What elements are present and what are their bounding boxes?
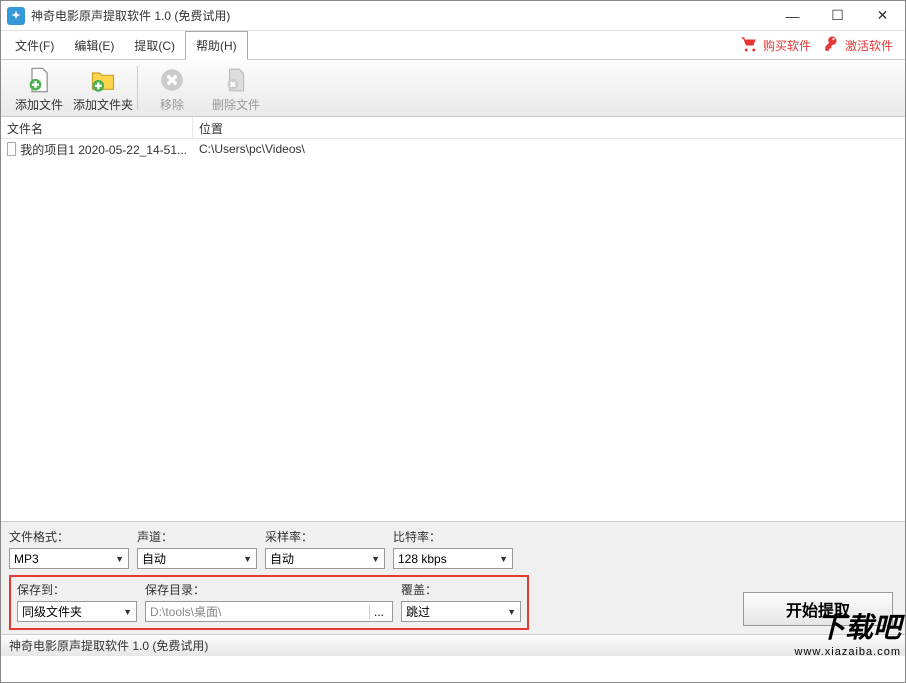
menubar: 文件(F) 编辑(E) 提取(C) 帮助(H) 购买软件 激活软件 xyxy=(1,31,905,59)
overwrite-select[interactable]: 跳过 ▼ xyxy=(401,601,521,622)
menu-extract[interactable]: 提取(C) xyxy=(124,31,185,59)
delete-file-button[interactable]: 删除文件 xyxy=(204,64,268,113)
titlebar: ✦ 神奇电影原声提取软件 1.0 (免费试用) — ☐ ✕ xyxy=(1,1,905,31)
file-location: C:\Users\pc\Videos\ xyxy=(193,140,905,158)
minimize-button[interactable]: — xyxy=(770,1,815,30)
chevron-down-icon: ▼ xyxy=(243,554,252,564)
close-button[interactable]: ✕ xyxy=(860,1,905,30)
window-controls: — ☐ ✕ xyxy=(770,1,905,30)
chevron-down-icon: ▼ xyxy=(123,607,132,617)
bitrate-select[interactable]: 128 kbps ▼ xyxy=(393,548,513,569)
start-extract-button[interactable]: 开始提取 xyxy=(743,592,893,626)
channel-label: 声道： xyxy=(137,528,257,545)
sample-label: 采样率： xyxy=(265,528,385,545)
key-icon xyxy=(823,35,841,56)
remove-button[interactable]: 移除 xyxy=(140,64,204,113)
file-icon xyxy=(7,142,16,156)
settings-panel: 文件格式： MP3 ▼ 声道： 自动 ▼ 采样率： 自动 ▼ 比特率： 128 … xyxy=(1,521,905,634)
saveto-select[interactable]: 同级文件夹 ▼ xyxy=(17,601,137,622)
toolbar-divider xyxy=(137,66,138,110)
window-title: 神奇电影原声提取软件 1.0 (免费试用) xyxy=(31,7,770,24)
file-name: 我的项目1 2020-05-22_14-51... xyxy=(20,141,187,158)
chevron-down-icon: ▼ xyxy=(115,554,124,564)
buy-software-link[interactable]: 购买软件 xyxy=(741,35,811,56)
add-file-icon xyxy=(7,64,71,96)
chevron-down-icon: ▼ xyxy=(371,554,380,564)
col-header-location[interactable]: 位置 xyxy=(193,117,905,138)
maximize-button[interactable]: ☐ xyxy=(815,1,860,30)
saveto-label: 保存到： xyxy=(17,581,137,598)
remove-icon xyxy=(140,64,204,96)
bitrate-label: 比特率： xyxy=(393,528,513,545)
remove-label: 移除 xyxy=(140,96,204,113)
cart-icon xyxy=(741,35,759,56)
sample-select[interactable]: 自动 ▼ xyxy=(265,548,385,569)
channel-select[interactable]: 自动 ▼ xyxy=(137,548,257,569)
format-label: 文件格式： xyxy=(9,528,129,545)
add-folder-label: 添加文件夹 xyxy=(71,96,135,113)
browse-button[interactable]: ... xyxy=(369,605,388,619)
activate-software-link[interactable]: 激活软件 xyxy=(823,35,893,56)
delete-file-label: 删除文件 xyxy=(204,96,268,113)
activate-label: 激活软件 xyxy=(845,37,893,54)
status-text: 神奇电影原声提取软件 1.0 (免费试用) xyxy=(9,637,208,654)
toolbar: 添加文件 添加文件夹 移除 删除文件 xyxy=(1,59,905,117)
add-folder-icon xyxy=(71,64,135,96)
add-file-label: 添加文件 xyxy=(7,96,71,113)
format-select[interactable]: MP3 ▼ xyxy=(9,548,129,569)
add-folder-button[interactable]: 添加文件夹 xyxy=(71,64,135,113)
save-settings-highlight: 保存到： 同级文件夹 ▼ 保存目录： D:\tools\桌面\ ... xyxy=(9,575,529,630)
list-header: 文件名 位置 xyxy=(1,117,905,139)
delete-file-icon xyxy=(204,64,268,96)
app-icon: ✦ xyxy=(7,7,25,25)
savedir-label: 保存目录： xyxy=(145,581,393,598)
savedir-input[interactable]: D:\tools\桌面\ ... xyxy=(145,601,393,622)
col-header-filename[interactable]: 文件名 xyxy=(1,117,193,138)
menu-edit[interactable]: 编辑(E) xyxy=(64,31,124,59)
menu-help[interactable]: 帮助(H) xyxy=(185,31,248,60)
buy-label: 购买软件 xyxy=(763,37,811,54)
list-item[interactable]: 我的项目1 2020-05-22_14-51... C:\Users\pc\Vi… xyxy=(1,139,905,159)
menu-file[interactable]: 文件(F) xyxy=(5,31,64,59)
file-list[interactable]: 我的项目1 2020-05-22_14-51... C:\Users\pc\Vi… xyxy=(1,139,905,521)
chevron-down-icon: ▼ xyxy=(507,607,516,617)
add-file-button[interactable]: 添加文件 xyxy=(7,64,71,113)
statusbar: 神奇电影原声提取软件 1.0 (免费试用) xyxy=(1,634,905,656)
overwrite-label: 覆盖： xyxy=(401,581,521,598)
chevron-down-icon: ▼ xyxy=(499,554,508,564)
